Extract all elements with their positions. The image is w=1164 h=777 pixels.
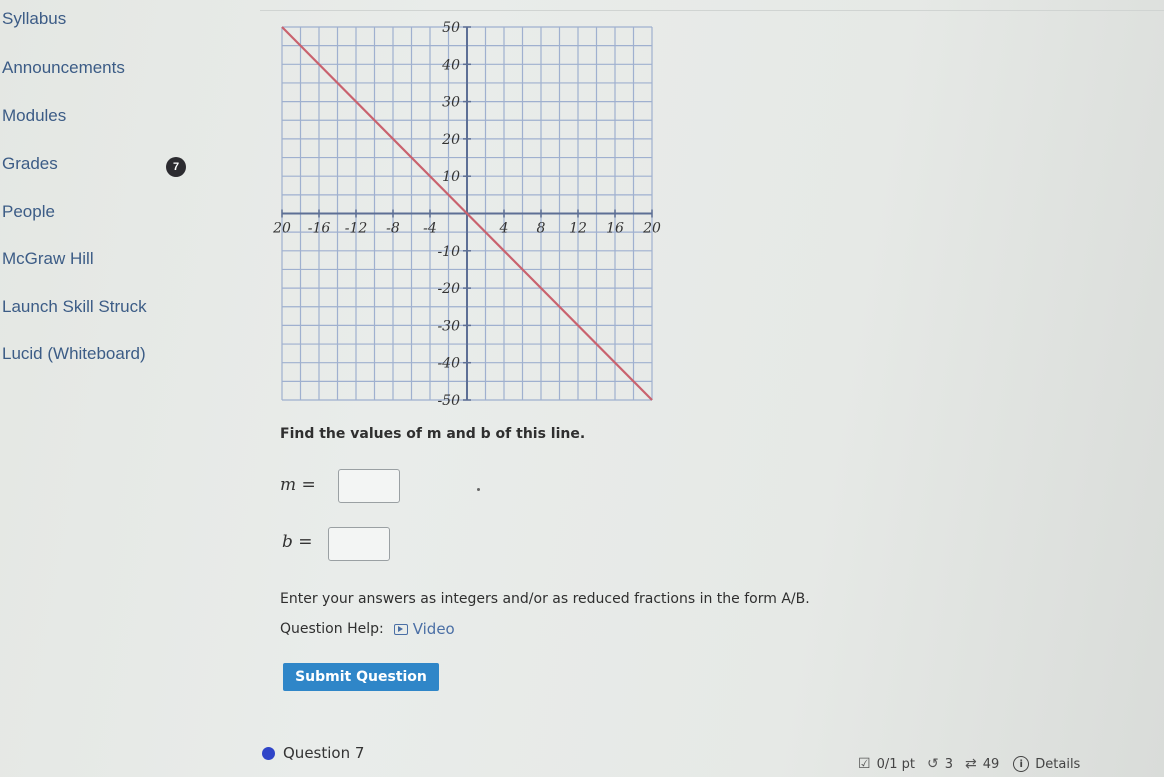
y-tick-label: 30 bbox=[442, 95, 460, 111]
y-tick-label: -40 bbox=[437, 356, 460, 372]
x-tick-label: 8 bbox=[537, 221, 546, 237]
y-tick-label: -30 bbox=[437, 318, 460, 334]
b-label: b = bbox=[282, 532, 313, 552]
next-question-header[interactable]: Question 7 bbox=[262, 744, 364, 762]
attempts-icon: ⇄ bbox=[964, 756, 977, 772]
video-link-label: Video bbox=[412, 620, 455, 638]
y-tick-label: 20 bbox=[441, 132, 460, 148]
m-label: m = bbox=[280, 475, 316, 495]
x-tick-label: -12 bbox=[345, 221, 368, 237]
question-prompt: Find the values of m and b of this line. bbox=[280, 426, 586, 442]
sidebar-item-syllabus[interactable]: Syllabus bbox=[2, 9, 66, 29]
retries-value: 3 bbox=[944, 756, 953, 772]
question-help: Question Help: Video bbox=[280, 620, 455, 638]
sidebar-item-mcgraw-hill[interactable]: McGraw Hill bbox=[2, 249, 94, 269]
attempts-value: 49 bbox=[982, 756, 1000, 772]
sidebar-item-modules[interactable]: Modules bbox=[2, 106, 66, 126]
sidebar-item-lucid-whiteboard[interactable]: Lucid (Whiteboard) bbox=[2, 344, 146, 364]
submit-question-button[interactable]: Submit Question bbox=[283, 663, 439, 691]
question-status-dot bbox=[262, 746, 275, 760]
video-icon bbox=[393, 623, 408, 635]
question-meta: ☑ 0/1 pt ↺ 3 ⇄ 49 i Details bbox=[858, 756, 1080, 772]
x-tick-label: 20 bbox=[272, 221, 291, 237]
top-divider bbox=[260, 10, 1164, 11]
y-tick-label: 40 bbox=[441, 57, 460, 73]
x-tick-label: -4 bbox=[423, 221, 437, 237]
m-answer-input[interactable] bbox=[338, 469, 400, 503]
retry-icon: ↺ bbox=[926, 756, 939, 772]
checkbox-score-icon: ☑ bbox=[858, 756, 871, 772]
x-tick-label: -8 bbox=[386, 221, 400, 237]
line-graph: 20 -16 -12 -8 -4 4 8 12 16 20 50 40 30 20 10 -10 -20 -30 -… bbox=[272, 20, 661, 409]
stray-mark bbox=[477, 488, 480, 491]
sidebar-item-announcements[interactable]: Announcements bbox=[2, 58, 125, 78]
sidebar-item-people[interactable]: People bbox=[2, 202, 55, 222]
grades-count-badge: 7 bbox=[166, 157, 186, 177]
sidebar-item-grades[interactable]: Grades bbox=[2, 154, 58, 174]
sidebar-item-launch-skill-struck[interactable]: Launch Skill Struck bbox=[2, 297, 147, 317]
video-help-link[interactable]: Video bbox=[393, 620, 455, 638]
info-icon[interactable]: i bbox=[1013, 756, 1030, 772]
x-tick-label: 4 bbox=[499, 221, 509, 237]
details-link[interactable]: Details bbox=[1035, 757, 1080, 772]
y-tick-label: -50 bbox=[437, 393, 460, 409]
x-tick-label: 16 bbox=[606, 221, 624, 237]
answer-instructions: Enter your answers as integers and/or as… bbox=[280, 591, 810, 607]
y-tick-label: -10 bbox=[437, 244, 460, 260]
b-answer-input[interactable] bbox=[328, 527, 390, 561]
x-tick-label: -16 bbox=[308, 221, 331, 237]
y-tick-label: 50 bbox=[442, 20, 460, 36]
score-value: 0/1 pt bbox=[876, 756, 915, 772]
y-tick-label: 10 bbox=[442, 169, 460, 185]
question-help-label: Question Help: bbox=[280, 621, 384, 637]
x-tick-label: 20 bbox=[642, 221, 661, 237]
x-tick-label: 12 bbox=[569, 221, 587, 237]
y-tick-label: -20 bbox=[437, 281, 460, 297]
question-number: Question 7 bbox=[283, 744, 365, 762]
